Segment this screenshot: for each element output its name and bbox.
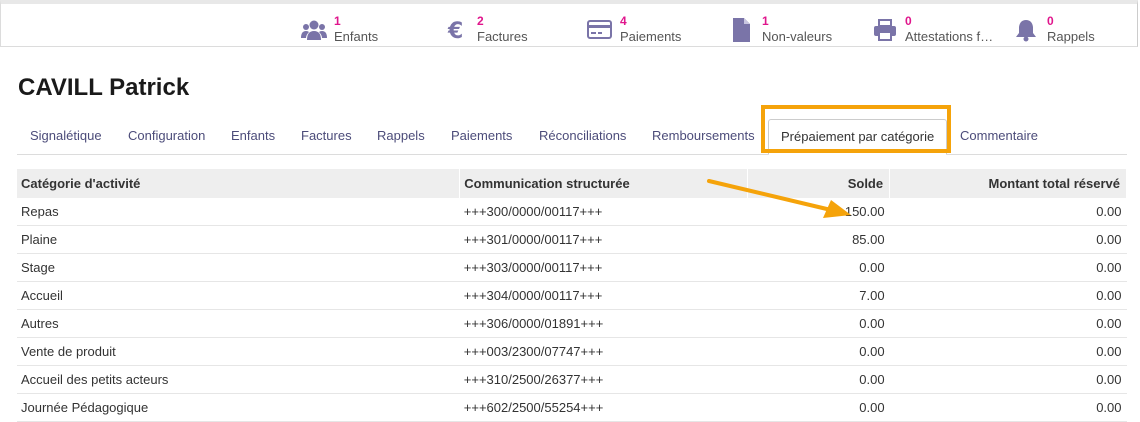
table-row[interactable]: Vente de produit +++003/2300/07747+++ 0.… (17, 337, 1127, 366)
cell-communication: +++003/2300/07747+++ (459, 337, 748, 366)
cell-solde: 0.00 (747, 309, 890, 338)
cell-solde: 0.00 (747, 393, 890, 422)
cell-categorie: Plaine (17, 225, 460, 254)
credit-card-icon (587, 20, 612, 39)
cell-montant: 0.00 (889, 198, 1127, 226)
document-icon (733, 18, 750, 42)
cell-communication: +++602/2500/55254+++ (459, 393, 748, 422)
printer-icon (874, 19, 896, 41)
table-row[interactable]: Accueil +++304/0000/00117+++ 7.00 0.00 (17, 281, 1127, 310)
tab-signaletique[interactable]: Signalétique (30, 118, 102, 153)
cell-categorie: Journée Pédagogique (17, 393, 460, 422)
tab-prepaiement-par-categorie[interactable]: Prépaiement par catégorie (768, 119, 948, 155)
tab-enfants[interactable]: Enfants (231, 118, 275, 153)
top-stats-bar: 1 Enfants € 2 Factures 4 Paiements 1 Non… (0, 0, 1138, 47)
users-icon (301, 20, 327, 40)
cell-communication: +++310/2500/26377+++ (459, 365, 748, 394)
cell-montant: 0.00 (889, 281, 1127, 310)
bell-icon (1016, 20, 1036, 42)
euro-icon: € (447, 19, 463, 42)
tab-remboursements[interactable]: Remboursements (652, 118, 755, 153)
cell-montant: 0.00 (889, 393, 1127, 422)
tab-reconciliations[interactable]: Réconciliations (539, 118, 626, 153)
table-row[interactable]: Autres +++306/0000/01891+++ 0.00 0.00 (17, 309, 1127, 338)
annotation-arrow-icon (707, 179, 851, 218)
stat-count: 2 (477, 14, 484, 28)
cell-communication: +++306/0000/01891+++ (459, 309, 748, 338)
cell-categorie: Repas (17, 198, 460, 226)
svg-text:€: € (447, 19, 463, 42)
prepayment-table: Catégorie d'activité Communication struc… (17, 169, 1127, 422)
table-header-row: Catégorie d'activité Communication struc… (17, 169, 1127, 198)
stat-label: Non-valeurs (762, 29, 833, 44)
cell-categorie: Autres (17, 309, 460, 338)
cell-montant: 0.00 (889, 253, 1127, 282)
stat-count: 1 (334, 14, 341, 28)
stat-label: Paiements (620, 29, 682, 44)
tab-configuration[interactable]: Configuration (128, 118, 205, 153)
col-header-montant[interactable]: Montant total réservé (889, 169, 1127, 198)
tab-paiements[interactable]: Paiements (451, 118, 512, 153)
cell-solde: 0.00 (747, 253, 890, 282)
cell-montant: 0.00 (889, 225, 1127, 254)
table-row[interactable]: Plaine +++301/0000/00117+++ 85.00 0.00 (17, 225, 1127, 254)
tab-bar: Signalétique Configuration Enfants Factu… (17, 118, 1127, 155)
tab-commentaire[interactable]: Commentaire (960, 118, 1038, 153)
stat-count: 1 (762, 14, 769, 28)
cell-categorie: Accueil des petits acteurs (17, 365, 460, 394)
table-row[interactable]: Accueil des petits acteurs +++310/2500/2… (17, 365, 1127, 394)
cell-communication: +++303/0000/00117+++ (459, 253, 748, 282)
tab-factures[interactable]: Factures (301, 118, 352, 153)
cell-solde: 0.00 (747, 337, 890, 366)
stat-label: Attestations f… (905, 29, 994, 44)
stat-label: Factures (477, 29, 528, 44)
cell-categorie: Accueil (17, 281, 460, 310)
cell-categorie: Stage (17, 253, 460, 282)
stat-count: 4 (620, 14, 627, 28)
cell-montant: 0.00 (889, 337, 1127, 366)
stat-label: Enfants (334, 29, 379, 44)
stat-label: Rappels (1047, 29, 1095, 44)
stat-count: 0 (905, 14, 912, 28)
table-row[interactable]: Journée Pédagogique +++602/2500/55254+++… (17, 393, 1127, 422)
table-row[interactable]: Repas +++300/0000/00117+++ 150.00 0.00 (17, 198, 1127, 226)
col-header-categorie[interactable]: Catégorie d'activité (17, 169, 461, 198)
cell-solde: 7.00 (747, 281, 890, 310)
cell-communication: +++304/0000/00117+++ (459, 281, 748, 310)
page-title: CAVILL Patrick (18, 74, 190, 101)
tab-rappels[interactable]: Rappels (377, 118, 425, 153)
cell-categorie: Vente de produit (17, 337, 460, 366)
table-row[interactable]: Stage +++303/0000/00117+++ 0.00 0.00 (17, 253, 1127, 282)
cell-montant: 0.00 (889, 309, 1127, 338)
cell-montant: 0.00 (889, 365, 1127, 394)
cell-communication: +++301/0000/00117+++ (459, 225, 748, 254)
cell-solde: 85.00 (747, 225, 890, 254)
cell-solde: 0.00 (747, 365, 890, 394)
stat-count: 0 (1047, 14, 1054, 28)
